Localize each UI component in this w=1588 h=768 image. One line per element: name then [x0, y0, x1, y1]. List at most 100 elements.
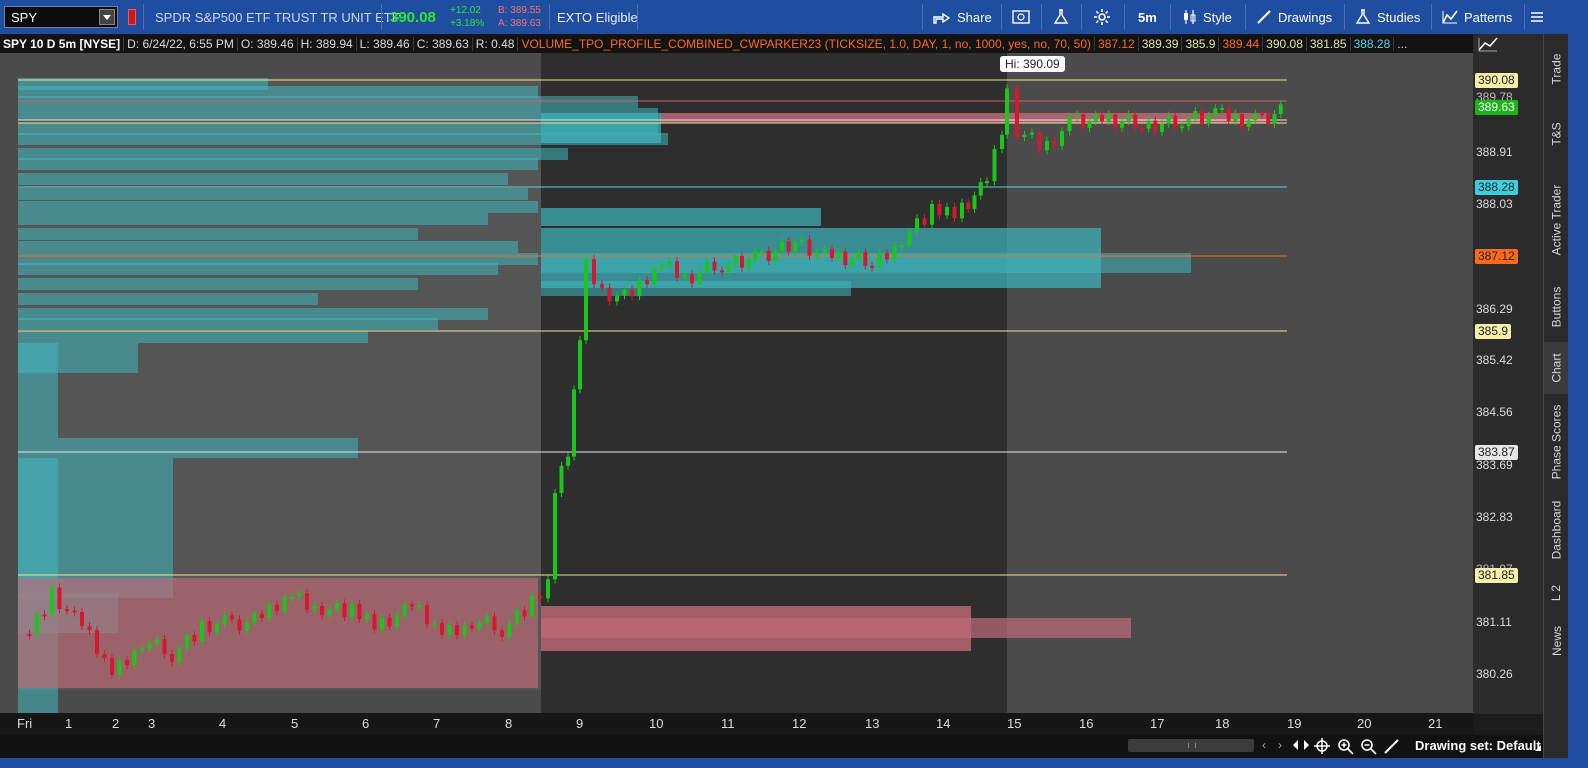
- price-tick: 385.42: [1476, 353, 1513, 367]
- candle-body: [1106, 114, 1111, 121]
- crosshair-button[interactable]: [1314, 738, 1330, 759]
- candle-body: [312, 606, 317, 610]
- candle-body: [252, 613, 257, 623]
- share-icon: [933, 12, 951, 24]
- bar-high: H: 389.94: [298, 36, 357, 51]
- candle-body: [1015, 88, 1019, 137]
- share-button[interactable]: Share: [933, 0, 992, 34]
- drawing-set-label[interactable]: Drawing set: Default: [1415, 738, 1541, 753]
- drawings-button[interactable]: Drawings: [1256, 0, 1332, 34]
- tab-level2[interactable]: L 2: [1544, 574, 1569, 612]
- candle-body: [155, 639, 159, 644]
- toolbar-divider: [1001, 4, 1002, 30]
- candle-body: [1272, 114, 1277, 124]
- chart-scrollbar[interactable]: [1128, 739, 1254, 752]
- tab-chart[interactable]: Chart: [1544, 342, 1569, 394]
- window-border: [1568, 0, 1588, 768]
- profile-bar: [18, 293, 318, 305]
- studies-label: Studies: [1377, 9, 1421, 25]
- profile-bar: [660, 113, 1270, 123]
- tab-time-and-sales[interactable]: T&S: [1544, 104, 1569, 164]
- val-badge: 381.85: [1475, 568, 1518, 583]
- candle-body: [297, 593, 302, 597]
- candle-body: [1087, 121, 1092, 128]
- candle-body: [900, 245, 904, 248]
- arrows-horizontal-icon: [1293, 740, 1309, 750]
- candle-body: [1266, 113, 1271, 124]
- candle-body: [1067, 116, 1072, 132]
- axis-settings-button[interactable]: [1478, 37, 1498, 57]
- profile-bar: [18, 263, 498, 275]
- candle-body: [1140, 127, 1144, 130]
- candle-body: [1052, 140, 1057, 146]
- candle-body: [500, 630, 504, 637]
- tab-phase-scores[interactable]: Phase Scores: [1544, 396, 1569, 488]
- hamburger-icon: [1531, 12, 1543, 22]
- crosshair-icon: [1314, 738, 1330, 754]
- time-tick: 7: [433, 716, 441, 731]
- earnings-button[interactable]: [1012, 0, 1030, 34]
- symbol-text: SPY: [11, 10, 38, 25]
- candle-body: [50, 587, 54, 615]
- candle-body: [95, 630, 99, 655]
- menu-button[interactable]: [1530, 0, 1544, 34]
- price-tick: 381.11: [1476, 615, 1512, 629]
- patterns-label: Patterns: [1464, 9, 1513, 25]
- tab-trade[interactable]: Trade: [1544, 39, 1569, 99]
- tab-active-trader[interactable]: Active Trader: [1544, 167, 1569, 272]
- scroll-right-icon[interactable]: ›: [1278, 738, 1282, 752]
- patterns-button[interactable]: Patterns: [1442, 0, 1512, 34]
- price-chart[interactable]: [0, 53, 1473, 713]
- candle-body: [1246, 120, 1251, 127]
- candle-body: [72, 610, 77, 613]
- studies-button[interactable]: Studies: [1355, 0, 1420, 34]
- tab-dashboard[interactable]: Dashboard: [1544, 490, 1569, 570]
- style-label: Style: [1203, 9, 1232, 25]
- more-studies[interactable]: ...: [1394, 37, 1410, 51]
- study-value-3: 389.44: [1219, 36, 1264, 51]
- candle-body: [830, 248, 834, 258]
- price-axis[interactable]: [1473, 34, 1543, 714]
- study-value-6: 388.28: [1351, 36, 1395, 51]
- settings-button[interactable]: [1093, 0, 1111, 34]
- candle-body: [885, 253, 889, 260]
- drawing-tool-button[interactable]: [1383, 738, 1400, 760]
- toolbar-divider: [1245, 4, 1246, 30]
- price-tick: 388.03: [1476, 197, 1513, 211]
- candle-body: [132, 650, 137, 666]
- candle-body: [42, 614, 47, 617]
- candle-body: [786, 241, 791, 252]
- profile-bar: [58, 438, 358, 458]
- candle-body: [978, 182, 983, 196]
- chart-bottom-bar: ‹ › Drawing set: Default: [0, 735, 1543, 758]
- pencil-icon: [1384, 739, 1399, 754]
- study-name[interactable]: VOLUME_TPO_PROFILE_COMBINED_CWPARKER23 (…: [518, 36, 1096, 51]
- candle-body: [140, 648, 144, 651]
- candle-body: [320, 606, 324, 616]
- candle-body: [607, 287, 612, 302]
- tab-buttons[interactable]: Buttons: [1544, 274, 1569, 339]
- candle-body: [753, 251, 758, 260]
- gear-icon: [1094, 9, 1110, 25]
- symbol-input[interactable]: SPY: [4, 6, 118, 28]
- symbol-dropdown-icon[interactable]: [99, 9, 115, 25]
- zoom-out-button[interactable]: [1360, 738, 1377, 760]
- link-color-icon[interactable]: [128, 9, 136, 25]
- scroll-left-icon[interactable]: ‹: [1262, 738, 1266, 752]
- tab-news[interactable]: News: [1544, 616, 1569, 666]
- timeframe-button[interactable]: 5m: [1138, 0, 1157, 34]
- tab-ts-label: T&S: [1549, 122, 1564, 146]
- candle-body: [622, 289, 627, 296]
- expand-time-axis-button[interactable]: [1292, 738, 1310, 757]
- chart-canvas[interactable]: [0, 53, 1473, 713]
- candle-body: [275, 604, 279, 611]
- candle-body: [892, 246, 897, 260]
- drawing-set-dropdown-icon[interactable]: [1535, 738, 1541, 756]
- candle-body: [110, 658, 114, 675]
- zoom-in-button[interactable]: [1337, 738, 1354, 760]
- candle-body: [492, 616, 497, 631]
- candle-body: [1045, 140, 1049, 151]
- thinkscript-lab-button[interactable]: [1053, 0, 1069, 34]
- style-button[interactable]: Style: [1183, 0, 1232, 34]
- candle-body: [125, 660, 129, 666]
